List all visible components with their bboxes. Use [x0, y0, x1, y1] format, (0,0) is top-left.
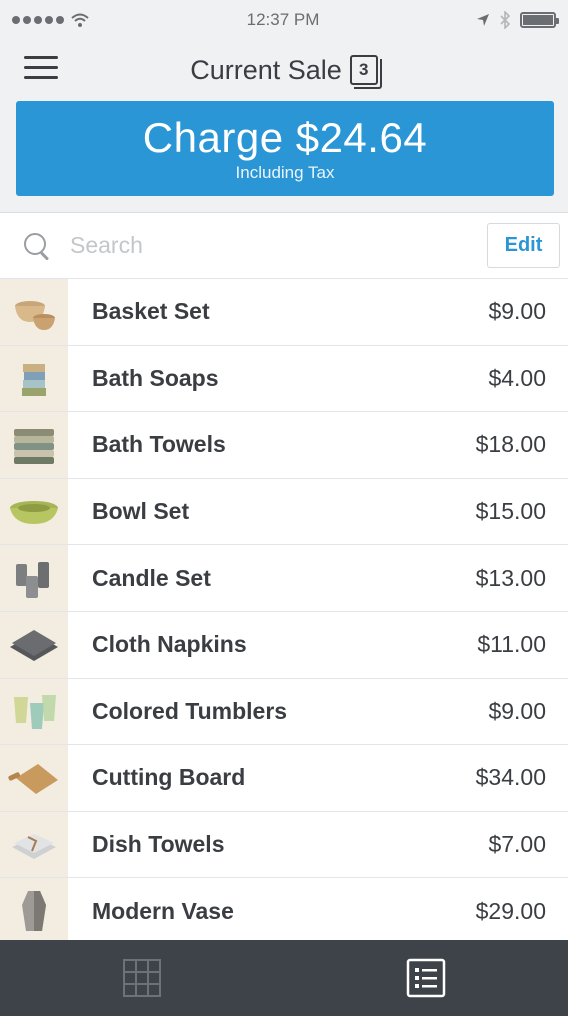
- basket-set-thumbnail: [0, 279, 68, 345]
- battery-icon: [519, 12, 559, 28]
- wifi-icon: [71, 13, 89, 27]
- item-name: Modern Vase: [92, 897, 234, 924]
- search-input[interactable]: [70, 232, 487, 259]
- item-name: Basket Set: [92, 298, 210, 325]
- charge-subtitle: Including Tax: [235, 162, 335, 182]
- open-tickets-badge[interactable]: 3: [349, 55, 382, 89]
- item-price: $18.00: [475, 431, 546, 458]
- item-name: Dish Towels: [92, 831, 225, 858]
- cutting-board-thumbnail: [0, 745, 68, 811]
- charge-amount: Charge $24.64: [142, 113, 428, 161]
- dish-towels-thumbnail: [0, 811, 68, 878]
- header: Current Sale 3: [0, 40, 568, 100]
- tab-grid[interactable]: [0, 940, 284, 1016]
- edit-button[interactable]: Edit: [487, 223, 560, 268]
- candle-set-thumbnail: [0, 545, 68, 611]
- item-name: Bath Towels: [92, 431, 226, 458]
- signal-group: [12, 12, 90, 28]
- tab-bar: [0, 940, 568, 1016]
- ticket-count: 3: [359, 60, 369, 79]
- item-price: $4.00: [488, 364, 546, 391]
- bath-towels-thumbnail: [0, 412, 68, 478]
- list-item[interactable]: Cloth Napkins $11.00: [0, 611, 568, 679]
- charge-button[interactable]: Charge $24.64 Including Tax: [16, 101, 554, 196]
- tab-list[interactable]: [284, 940, 568, 1016]
- status-bar: 12:37 PM: [0, 0, 568, 40]
- item-name: Colored Tumblers: [92, 697, 288, 724]
- modern-vase-thumbnail: [0, 878, 68, 940]
- item-name: Bath Soaps: [92, 364, 219, 391]
- list-icon: [406, 958, 446, 998]
- list-item[interactable]: Bath Soaps $4.00: [0, 345, 568, 413]
- title-wrap: Current Sale 3: [190, 54, 382, 89]
- item-price: $7.00: [488, 831, 546, 858]
- bowl-set-thumbnail: [0, 478, 68, 545]
- list-item[interactable]: Cutting Board $34.00: [0, 745, 568, 812]
- item-price: $15.00: [475, 498, 546, 525]
- item-library: Edit Basket Set $9.00 Bath Soaps $4.00 B…: [0, 212, 568, 940]
- item-name: Cutting Board: [92, 764, 246, 791]
- status-time: 12:37 PM: [246, 10, 320, 29]
- page-title: Current Sale: [190, 54, 342, 85]
- list-item[interactable]: Dish Towels $7.00: [0, 811, 568, 879]
- location-arrow-icon: [476, 14, 489, 26]
- item-price: $9.00: [488, 298, 546, 325]
- cloth-napkins-thumbnail: [0, 611, 68, 678]
- item-price: $9.00: [488, 697, 546, 724]
- item-price: $13.00: [475, 564, 546, 591]
- status-right: [476, 11, 559, 29]
- bath-soaps-thumbnail: [0, 345, 68, 412]
- item-price: $34.00: [475, 764, 546, 791]
- list-item[interactable]: Bowl Set $15.00: [0, 478, 568, 546]
- list-item[interactable]: Bath Towels $18.00: [0, 412, 568, 479]
- hamburger-menu-icon[interactable]: [24, 56, 58, 82]
- signal-strength-icon: [12, 16, 64, 24]
- grid-icon: [123, 959, 161, 997]
- item-price: $11.00: [477, 631, 546, 658]
- item-name: Candle Set: [92, 564, 211, 591]
- item-name: Bowl Set: [92, 498, 190, 525]
- item-name: Cloth Napkins: [92, 631, 247, 658]
- list-item[interactable]: Modern Vase $29.00: [0, 878, 568, 940]
- list-item[interactable]: Basket Set $9.00: [0, 279, 568, 346]
- list-item[interactable]: Colored Tumblers $9.00: [0, 678, 568, 746]
- search-row: Edit: [0, 213, 568, 279]
- colored-tumblers-thumbnail: [0, 678, 68, 745]
- search-icon: [22, 231, 52, 261]
- list-item[interactable]: Candle Set $13.00: [0, 545, 568, 612]
- bluetooth-icon: [500, 11, 510, 29]
- item-price: $29.00: [475, 897, 546, 924]
